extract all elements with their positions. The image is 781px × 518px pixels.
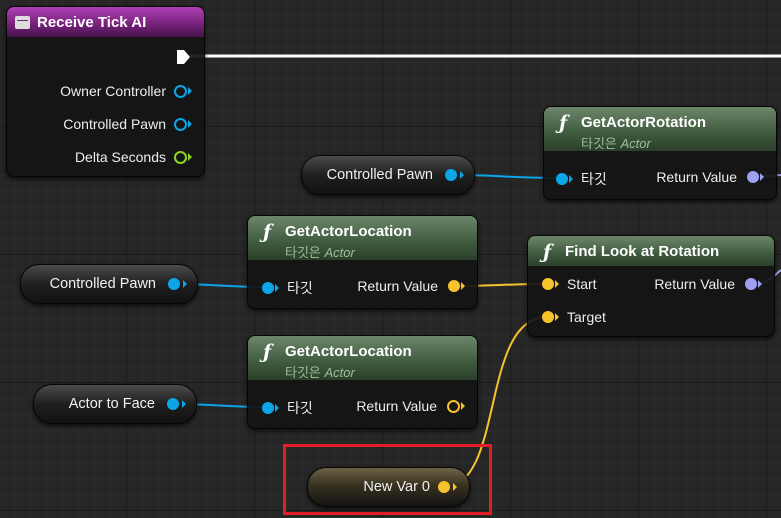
delta-seconds-pin[interactable]: Delta Seconds: [75, 149, 192, 165]
get-actor-rotation-target-label: 타깃: [581, 171, 607, 187]
pin-arrow-icon: [460, 171, 464, 179]
event-icon: [15, 15, 30, 29]
pin-arrow-icon: [555, 280, 559, 288]
get-actor-location-1-target-label: 타깃: [287, 280, 313, 296]
actor-to-face-variable-label: Actor to Face: [68, 396, 155, 412]
actor-to-face-variable-node[interactable]: Actor to Face: [33, 384, 197, 424]
receive-tick-ai-node[interactable]: Receive Tick AI Owner Controller Control…: [6, 6, 205, 177]
pin-arrow-icon: [188, 87, 192, 95]
find-look-at-rotation-target-pin[interactable]: Target: [542, 309, 606, 325]
pin-arrow-icon: [188, 120, 192, 128]
get-actor-location-title-2: GetActorLocation: [285, 343, 412, 360]
get-actor-location-node-2[interactable]: ƒ GetActorLocation 타깃은 Actor 타깃 Return V…: [247, 335, 478, 429]
pin-arrow-icon: [275, 404, 279, 412]
controlled-pawn-pin[interactable]: Controlled Pawn: [63, 116, 192, 132]
pin-arrow-icon: [183, 280, 187, 288]
vector-pin-icon: [448, 280, 460, 292]
owner-controller-label: Owner Controller: [60, 83, 166, 99]
vector-pin-icon: [542, 278, 554, 290]
subtitle-class: Actor: [324, 245, 355, 260]
subtitle-class: Actor: [620, 136, 651, 151]
get-actor-rotation-return-pin[interactable]: Return Value: [656, 169, 764, 185]
receive-tick-ai-title: Receive Tick AI: [37, 13, 147, 31]
find-look-at-rotation-target-label: Target: [567, 309, 606, 325]
pin-arrow-icon: [461, 402, 465, 410]
find-look-at-rotation-start-pin[interactable]: Start: [542, 276, 597, 292]
pin-arrow-icon: [275, 284, 279, 292]
object-pin-icon: [174, 84, 187, 98]
find-look-at-rotation-node[interactable]: ƒ Find Look at Rotation Start Target Ret…: [527, 235, 775, 337]
function-icon: ƒ: [559, 112, 568, 134]
pin-arrow-icon: [555, 313, 559, 321]
delta-seconds-label: Delta Seconds: [74, 149, 166, 165]
pin-arrow-icon: [758, 280, 762, 288]
get-actor-location-node-1[interactable]: ƒ GetActorLocation 타깃은 Actor 타깃 Return V…: [247, 215, 478, 309]
subtitle-prefix: 타깃은: [285, 365, 321, 380]
find-look-at-rotation-header[interactable]: ƒ Find Look at Rotation: [528, 236, 774, 266]
exec-arrow-icon: [177, 50, 190, 64]
get-actor-rotation-return-label: Return Value: [656, 169, 737, 185]
find-look-at-rotation-start-label: Start: [567, 276, 597, 292]
get-actor-location-2-target-label: 타깃: [287, 400, 313, 416]
pin-arrow-icon: [182, 400, 186, 408]
controlled-pawn-variable-node-2[interactable]: Controlled Pawn: [20, 264, 198, 304]
get-actor-rotation-target-pin[interactable]: 타깃: [556, 169, 607, 189]
function-icon: ƒ: [543, 241, 552, 263]
receive-tick-ai-header[interactable]: Receive Tick AI: [7, 7, 204, 37]
function-icon: ƒ: [263, 341, 272, 363]
function-icon: ƒ: [263, 221, 272, 243]
rotator-pin-icon: [747, 171, 759, 183]
get-actor-location-header-1[interactable]: ƒ GetActorLocation 타깃은 Actor: [248, 216, 477, 260]
get-actor-location-1-return-label: Return Value: [357, 278, 438, 294]
get-actor-location-header-2[interactable]: ƒ GetActorLocation 타깃은 Actor: [248, 336, 477, 380]
subtitle-class: Actor: [324, 365, 355, 380]
get-actor-rotation-title: GetActorRotation: [581, 114, 706, 131]
get-actor-location-title-1: GetActorLocation: [285, 223, 412, 240]
object-pin-icon: [556, 173, 568, 185]
get-actor-location-1-return-pin[interactable]: Return Value: [357, 278, 465, 294]
controlled-pawn-variable-label-2: Controlled Pawn: [49, 276, 156, 292]
get-actor-location-2-return-pin[interactable]: Return Value: [356, 398, 465, 414]
get-actor-rotation-node[interactable]: ƒ GetActorRotation 타깃은 Actor 타깃 Return V…: [543, 106, 777, 200]
get-actor-location-2-target-pin[interactable]: 타깃: [262, 398, 313, 418]
vector-pin-icon: [542, 311, 554, 323]
get-actor-rotation-subtitle: 타깃은 Actor: [581, 133, 651, 152]
object-pin-icon[interactable]: [167, 398, 179, 410]
get-actor-location-subtitle-2: 타깃은 Actor: [285, 362, 355, 381]
controlled-pawn-variable-node[interactable]: Controlled Pawn: [301, 155, 475, 195]
owner-controller-pin[interactable]: Owner Controller: [60, 83, 192, 99]
highlight-box: [283, 444, 492, 515]
controlled-pawn-variable-label: Controlled Pawn: [326, 167, 433, 183]
find-look-at-rotation-title: Find Look at Rotation: [565, 243, 720, 260]
get-actor-rotation-header[interactable]: ƒ GetActorRotation 타깃은 Actor: [544, 107, 776, 151]
find-look-at-rotation-return-pin[interactable]: Return Value: [654, 276, 762, 292]
float-pin-icon: [174, 150, 187, 164]
pin-arrow-icon: [569, 175, 573, 183]
object-pin-icon: [174, 117, 187, 131]
exec-out-pin[interactable]: [175, 49, 191, 65]
object-pin-icon: [262, 282, 274, 294]
subtitle-prefix: 타깃은: [581, 136, 617, 151]
object-pin-icon: [262, 402, 274, 414]
get-actor-location-subtitle-1: 타깃은 Actor: [285, 242, 355, 261]
object-pin-icon[interactable]: [445, 169, 457, 181]
rotator-pin-icon: [745, 278, 757, 290]
object-pin-icon[interactable]: [168, 278, 180, 290]
pin-arrow-icon: [760, 173, 764, 181]
vector-pin-icon: [447, 399, 460, 413]
get-actor-location-2-return-label: Return Value: [356, 398, 437, 414]
get-actor-location-1-target-pin[interactable]: 타깃: [262, 278, 313, 298]
subtitle-prefix: 타깃은: [285, 245, 321, 260]
controlled-pawn-label: Controlled Pawn: [63, 116, 166, 132]
pin-arrow-icon: [461, 282, 465, 290]
find-look-at-rotation-return-label: Return Value: [654, 276, 735, 292]
pin-arrow-icon: [188, 153, 192, 161]
